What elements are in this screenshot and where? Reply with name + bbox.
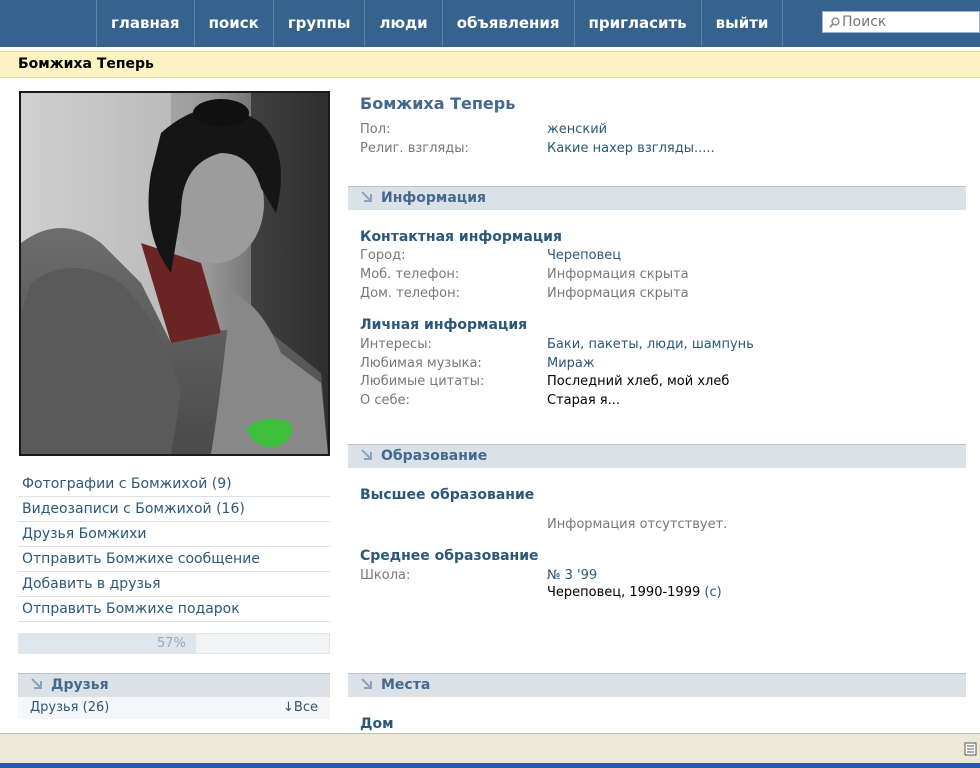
info-label: Дом. телефон: bbox=[360, 286, 461, 301]
education-section-header[interactable]: Образование bbox=[348, 444, 966, 468]
info-label: Религ. взгляды: bbox=[360, 141, 469, 156]
nav-ads[interactable]: объявления bbox=[441, 0, 574, 47]
nav-search[interactable]: поиск bbox=[193, 0, 273, 47]
search-input[interactable] bbox=[840, 14, 972, 30]
add-friend-link[interactable]: Добавить в друзья bbox=[18, 572, 330, 597]
school-value[interactable]: № 3 '99 bbox=[547, 568, 597, 583]
logo-area bbox=[0, 0, 96, 47]
page-title-bar: Бомжиха Теперь bbox=[0, 51, 980, 78]
search-box bbox=[822, 11, 980, 33]
home-phone-value: Информация скрыта bbox=[547, 286, 689, 301]
friends-link[interactable]: Друзья Бомжихи bbox=[18, 522, 330, 547]
arrow-down-right-icon bbox=[31, 678, 42, 689]
info-label: Пол: bbox=[360, 122, 391, 137]
info-label: Любимая музыка: bbox=[360, 356, 482, 371]
mobile-phone-value: Информация скрыта bbox=[547, 267, 689, 282]
arrow-down-right-icon bbox=[361, 678, 372, 689]
places-section-title: Места bbox=[381, 677, 431, 693]
higher-education-title: Высшее образование bbox=[360, 487, 535, 503]
rating-label: 57% bbox=[157, 636, 186, 651]
school-details-row: Череповец, 1990-1999 (с) bbox=[547, 585, 722, 600]
nav-home[interactable]: главная bbox=[96, 0, 194, 47]
school-details: Череповец, 1990-1999 bbox=[547, 585, 701, 600]
nav-people[interactable]: люди bbox=[364, 0, 441, 47]
city-value[interactable]: Череповец bbox=[547, 248, 621, 263]
videos-link[interactable]: Видеозаписи с Бомжихой (16) bbox=[18, 497, 330, 522]
info-label: Интересы: bbox=[360, 337, 432, 352]
information-section-header[interactable]: Информация bbox=[348, 186, 966, 210]
nav-groups[interactable]: группы bbox=[272, 0, 365, 47]
profile-actions-menu: Фотографии с Бомжихой (9) Видеозаписи с … bbox=[18, 472, 330, 622]
top-navigation-bar: главная поиск группы люди объявления при… bbox=[0, 0, 980, 47]
info-label: Моб. телефон: bbox=[360, 267, 460, 282]
music-value[interactable]: Мираж bbox=[547, 356, 595, 371]
friends-count[interactable]: Друзья (26) bbox=[30, 700, 109, 715]
secondary-education-title: Среднее образование bbox=[360, 548, 539, 564]
os-taskbar bbox=[0, 763, 980, 768]
info-label: О себе: bbox=[360, 393, 410, 408]
profile-photo-image bbox=[21, 93, 328, 454]
search-icon bbox=[829, 16, 840, 28]
page-icon bbox=[964, 742, 977, 756]
info-label: Любимые цитаты: bbox=[360, 374, 485, 389]
about-value: Старая я... bbox=[547, 393, 621, 408]
personal-info-title: Личная информация bbox=[360, 317, 528, 333]
sex-value[interactable]: женский bbox=[547, 122, 607, 137]
info-label: Город: bbox=[360, 248, 406, 263]
profile-name: Бомжиха Теперь bbox=[360, 94, 516, 113]
interests-value[interactable]: Баки, пакеты, люди, шампунь bbox=[547, 337, 754, 352]
arrow-down-right-icon bbox=[361, 449, 372, 460]
education-section-title: Образование bbox=[381, 448, 488, 464]
friends-all-link[interactable]: ↓Все bbox=[283, 700, 318, 715]
information-section-title: Информация bbox=[381, 190, 486, 206]
friends-section-header[interactable]: Друзья bbox=[18, 673, 330, 697]
rating-bar: 57% bbox=[18, 633, 330, 654]
send-message-link[interactable]: Отправить Бомжихе сообщение bbox=[18, 547, 330, 572]
nav-logout[interactable]: выйти bbox=[700, 0, 784, 47]
friends-summary: Друзья (26) ↓Все bbox=[18, 697, 330, 719]
home-place-title: Дом bbox=[360, 716, 394, 732]
main-nav: главная поиск группы люди объявления при… bbox=[96, 0, 784, 47]
info-label: Школа: bbox=[360, 568, 411, 583]
higher-education-note: Информация отсутствует. bbox=[547, 517, 728, 532]
school-class-link[interactable]: (с) bbox=[704, 585, 721, 600]
page-title: Бомжиха Теперь bbox=[18, 56, 154, 72]
quotes-value: Последний хлеб, мой хлеб bbox=[547, 374, 730, 389]
religion-value[interactable]: Какие нахер взгляды..... bbox=[547, 141, 715, 156]
photos-link[interactable]: Фотографии с Бомжихой (9) bbox=[18, 472, 330, 497]
browser-status-bar bbox=[0, 733, 980, 764]
places-section-header[interactable]: Места bbox=[348, 673, 966, 697]
arrow-down-right-icon bbox=[361, 191, 372, 202]
send-gift-link[interactable]: Отправить Бомжихе подарок bbox=[18, 597, 330, 622]
contact-info-title: Контактная информация bbox=[360, 229, 562, 245]
profile-photo[interactable] bbox=[19, 91, 330, 456]
nav-invite[interactable]: пригласить bbox=[573, 0, 701, 47]
friends-section-title: Друзья bbox=[51, 677, 109, 693]
